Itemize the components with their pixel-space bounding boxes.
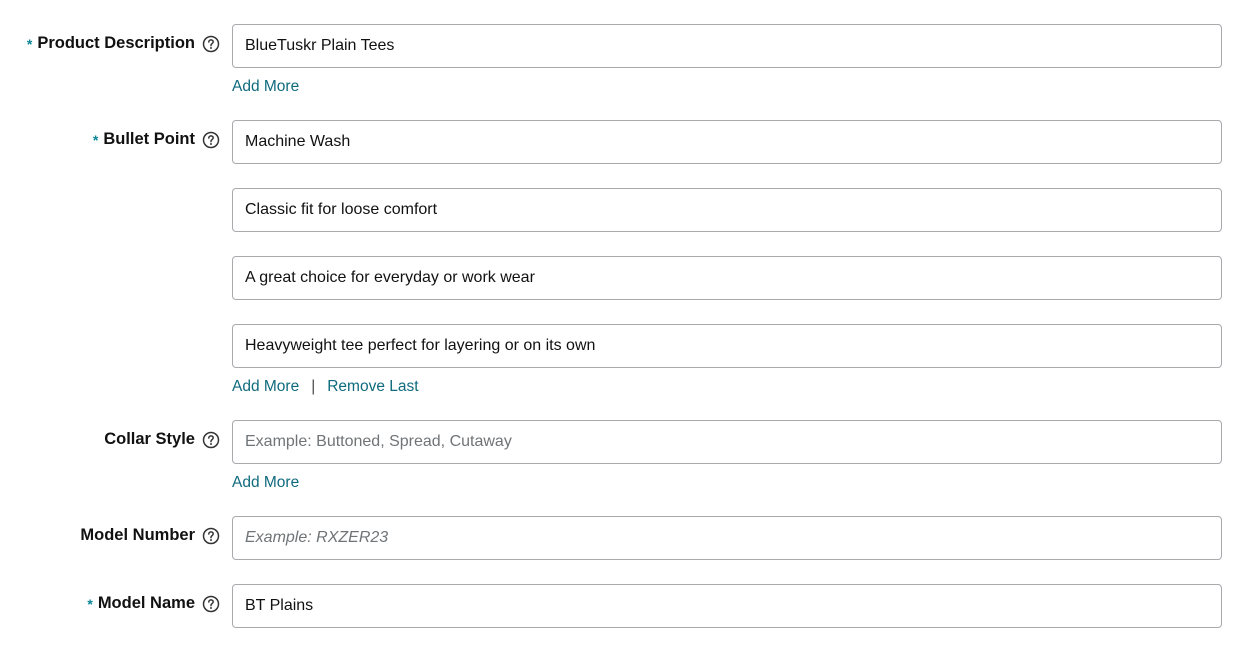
- row-model-number: Model Number: [10, 516, 1222, 560]
- add-more-link[interactable]: Add More: [232, 474, 299, 492]
- label-text-model-number: Model Number: [80, 526, 195, 545]
- label-text-bullet-point: Bullet Point: [103, 130, 195, 149]
- label-text-collar-style: Collar Style: [104, 430, 195, 449]
- model-name-input[interactable]: [232, 584, 1222, 628]
- collar-style-input[interactable]: [232, 420, 1222, 464]
- model-number-input[interactable]: [232, 516, 1222, 560]
- required-star: *: [27, 36, 32, 52]
- bullet-point-input-1[interactable]: [232, 120, 1222, 164]
- add-more-link[interactable]: Add More: [232, 378, 299, 396]
- label-model-number: Model Number: [10, 516, 232, 545]
- help-icon[interactable]: [202, 35, 220, 53]
- label-model-name: * Model Name: [10, 584, 232, 613]
- required-star: *: [93, 132, 98, 148]
- label-text-product-description: Product Description: [37, 34, 195, 53]
- label-text-model-name: Model Name: [98, 594, 195, 613]
- row-bullet-point: * Bullet Point Add More | Remove Last: [10, 120, 1222, 396]
- separator: |: [311, 378, 315, 396]
- row-product-description: * Product Description Add More: [10, 24, 1222, 96]
- bullet-point-input-4[interactable]: [232, 324, 1222, 368]
- help-icon[interactable]: [202, 431, 220, 449]
- label-collar-style: Collar Style: [10, 420, 232, 449]
- help-icon[interactable]: [202, 527, 220, 545]
- remove-last-link[interactable]: Remove Last: [327, 378, 418, 396]
- bullet-point-input-3[interactable]: [232, 256, 1222, 300]
- help-icon[interactable]: [202, 131, 220, 149]
- bullet-point-input-2[interactable]: [232, 188, 1222, 232]
- row-collar-style: Collar Style Add More: [10, 420, 1222, 492]
- add-more-link[interactable]: Add More: [232, 78, 299, 96]
- label-product-description: * Product Description: [10, 24, 232, 53]
- product-description-input[interactable]: [232, 24, 1222, 68]
- required-star: *: [87, 596, 92, 612]
- help-icon[interactable]: [202, 595, 220, 613]
- row-model-name: * Model Name: [10, 584, 1222, 628]
- label-bullet-point: * Bullet Point: [10, 120, 232, 149]
